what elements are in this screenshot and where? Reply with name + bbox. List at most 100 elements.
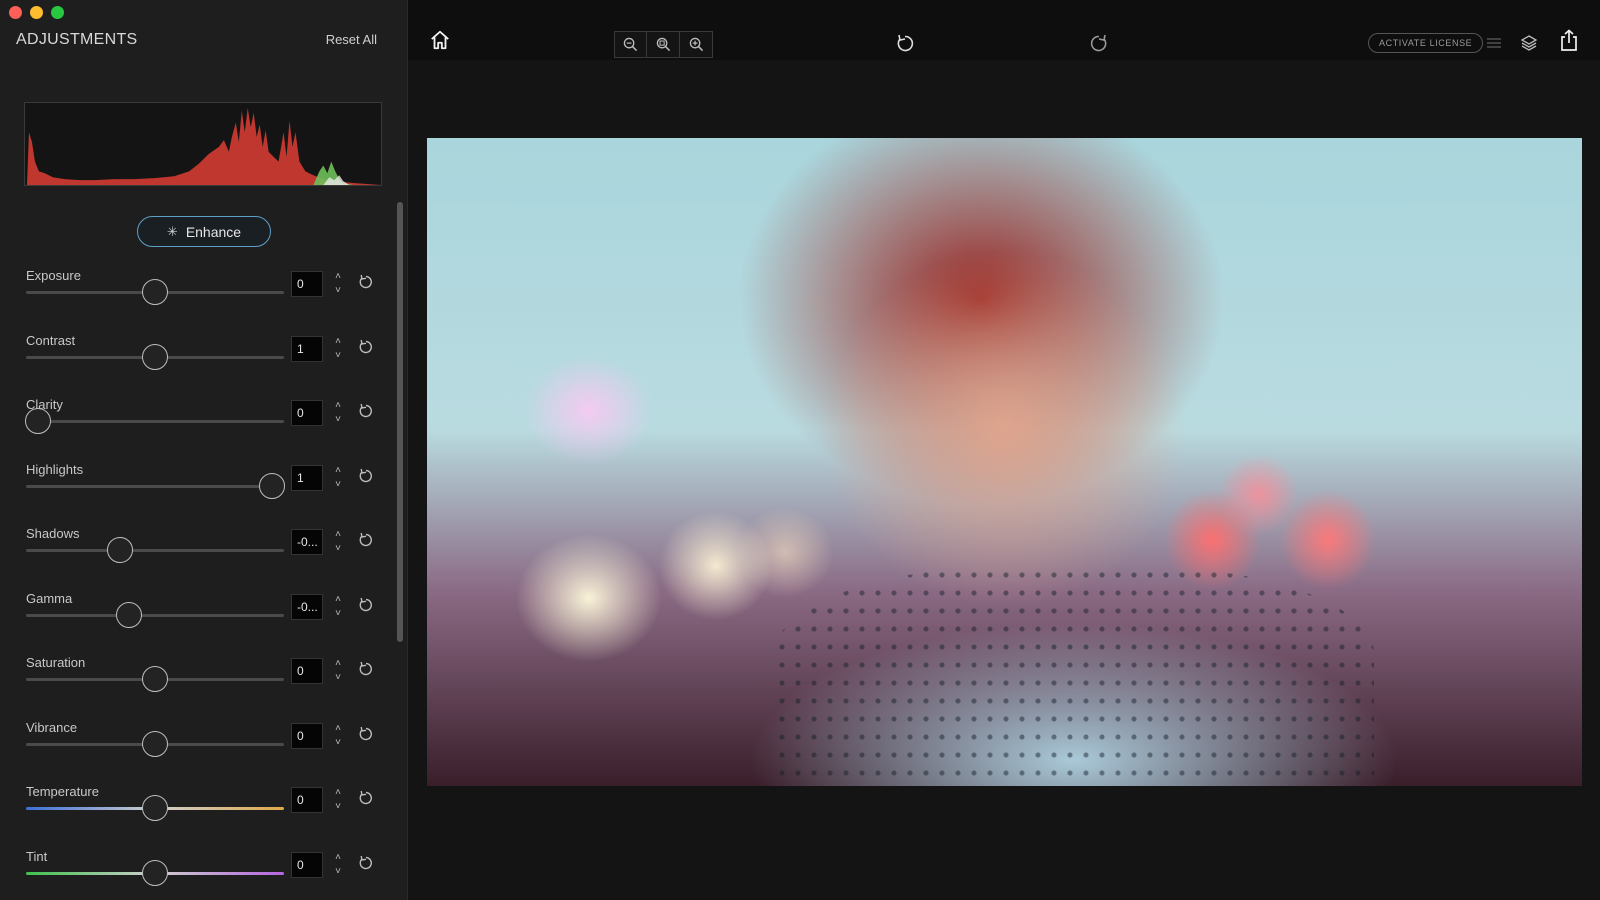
reset-icon [359,790,372,805]
histogram [24,102,382,186]
top-toolbar: ACTIVATE LICENSE [408,0,1600,60]
zoom-fit-icon [656,37,670,52]
maximize-window-button[interactable] [51,6,64,19]
gamma-value-field[interactable]: -0... [291,593,323,620]
exposure-reset-button[interactable] [358,274,376,292]
enhance-button[interactable]: ✳ Enhance [137,216,271,247]
chevron-up-icon[interactable]: ˄ [330,851,346,865]
contrast-slider-thumb[interactable] [142,343,168,370]
minimize-window-button[interactable] [30,6,43,19]
clarity-slider-track[interactable] [26,420,284,423]
tint-label: Tint [26,848,48,864]
reset-icon [359,661,372,676]
close-window-button[interactable] [9,6,22,19]
exposure-value-field[interactable]: 0 [291,271,323,297]
adjustment-row-temperature: Temperature 0 ˄ ˅ [0,784,400,848]
tint-reset-button[interactable] [358,855,376,873]
reset-icon [359,532,372,547]
redo-button[interactable] [1088,32,1110,54]
contrast-stepper[interactable]: ˄ ˅ [330,335,346,363]
chevron-up-icon[interactable]: ˄ [330,528,346,542]
clarity-reset-button[interactable] [358,403,376,421]
contrast-label: Contrast [26,332,76,348]
clarity-slider-thumb[interactable] [25,408,51,434]
gamma-slider-track[interactable] [26,613,284,617]
vibrance-stepper[interactable]: ˄ ˅ [330,722,346,750]
list-button[interactable] [1486,35,1502,51]
gamma-slider-thumb[interactable] [116,601,143,628]
chevron-up-icon[interactable]: ˄ [330,786,346,800]
photo-preview[interactable] [427,138,1582,786]
exposure-stepper[interactable]: ˄ ˅ [330,270,346,298]
chevron-down-icon[interactable]: ˅ [330,736,346,750]
chevron-up-icon[interactable]: ˄ [330,399,346,413]
temperature-slider-thumb[interactable] [142,795,168,821]
saturation-slider-thumb[interactable] [142,666,168,692]
reset-all-button[interactable]: Reset All [326,32,377,47]
vibrance-value-field[interactable]: 0 [291,722,323,749]
shadows-label: Shadows [26,526,80,541]
chevron-down-icon[interactable]: ˅ [330,671,346,685]
contrast-reset-button[interactable] [358,339,376,357]
tint-slider-thumb[interactable] [142,859,168,886]
shadows-stepper[interactable]: ˄ ˅ [330,528,346,556]
adjustment-row-contrast: Contrast 1 ˄ ˅ [0,333,400,397]
chevron-up-icon[interactable]: ˄ [330,464,346,478]
tint-value-field[interactable]: 0 [291,851,323,878]
highlights-stepper[interactable]: ˄ ˅ [330,464,346,492]
chevron-down-icon[interactable]: ˅ [330,607,346,621]
chevron-up-icon[interactable]: ˄ [330,335,346,349]
share-button[interactable] [1558,28,1580,52]
gamma-reset-button[interactable] [358,597,376,615]
shadows-reset-button[interactable] [358,532,376,550]
shadows-value-field[interactable]: -0... [291,529,323,555]
gamma-stepper[interactable]: ˄ ˅ [330,593,346,621]
highlights-label: Highlights [26,461,84,477]
zoom-fit-button[interactable] [647,31,680,58]
contrast-value-field[interactable]: 1 [291,335,323,362]
image-canvas[interactable] [408,60,1600,900]
chevron-down-icon[interactable]: ˅ [330,478,346,492]
exposure-slider-thumb[interactable] [142,279,168,305]
chevron-up-icon[interactable]: ˄ [330,657,346,671]
temperature-reset-button[interactable] [358,790,376,808]
saturation-value-field[interactable]: 0 [291,658,323,684]
saturation-stepper[interactable]: ˄ ˅ [330,657,346,685]
highlights-slider-thumb[interactable] [259,472,285,499]
temperature-label: Temperature [26,784,99,799]
vibrance-reset-button[interactable] [358,726,376,744]
clarity-value-field[interactable]: 0 [291,400,323,426]
share-icon [1561,29,1577,51]
chevron-down-icon[interactable]: ˅ [330,349,346,363]
zoom-in-button[interactable] [680,31,713,58]
saturation-reset-button[interactable] [358,661,376,679]
temperature-value-field[interactable]: 0 [291,787,323,813]
chevron-up-icon[interactable]: ˄ [330,593,346,607]
vibrance-slider-thumb[interactable] [142,730,168,757]
zoom-out-button[interactable] [614,31,647,58]
shadows-slider-thumb[interactable] [106,537,133,563]
chevron-down-icon[interactable]: ˅ [330,413,346,427]
chevron-up-icon[interactable]: ˄ [330,722,346,736]
highlights-reset-button[interactable] [358,468,376,486]
adjustments-sidebar: ADJUSTMENTS Reset All ✳ Enhance Exposure… [0,0,408,900]
chevron-down-icon[interactable]: ˅ [330,542,346,556]
sidebar-scrollbar[interactable] [397,202,403,642]
shadows-slider-track[interactable] [26,549,284,552]
clarity-stepper[interactable]: ˄ ˅ [330,399,346,427]
tint-stepper[interactable]: ˄ ˅ [330,851,346,879]
chevron-down-icon[interactable]: ˅ [330,800,346,814]
layers-button[interactable] [1519,33,1539,53]
undo-icon [897,34,914,52]
undo-button[interactable] [894,32,916,54]
activate-license-button[interactable]: ACTIVATE LICENSE [1368,33,1484,53]
chevron-down-icon[interactable]: ˅ [330,865,346,879]
histogram-graph [26,107,381,185]
chevron-up-icon[interactable]: ˄ [330,270,346,284]
highlights-slider-track[interactable] [26,484,284,488]
chevron-down-icon[interactable]: ˅ [330,284,346,298]
home-button[interactable] [428,28,452,52]
temperature-stepper[interactable]: ˄ ˅ [330,786,346,814]
highlights-value-field[interactable]: 1 [291,464,323,491]
enhance-label: Enhance [185,223,242,240]
